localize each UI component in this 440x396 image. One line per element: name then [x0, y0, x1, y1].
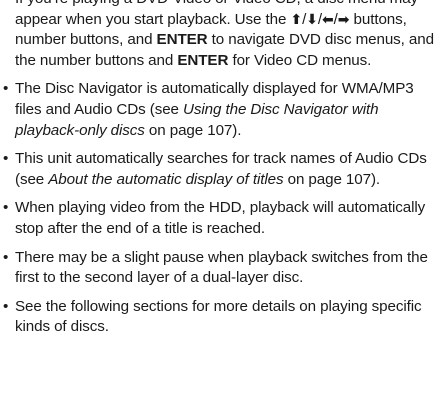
- cross-reference: About the automatic display of titles: [48, 170, 284, 188]
- bullet-icon: •: [3, 297, 9, 315]
- enter-button-label: ENTER: [177, 51, 229, 69]
- note-disc-navigator: • The Disc Navigator is automatically dis…: [0, 79, 440, 141]
- enter-button-label: ENTER: [156, 31, 208, 49]
- note-text: on page 107).: [283, 170, 381, 188]
- note-text: for Video CD menus.: [228, 51, 372, 69]
- note-disc-menu: •If you’re playing a DVD-Video or Video …: [0, 0, 440, 71]
- note-text: See the following sections for more deta…: [15, 297, 422, 336]
- bullet-icon: •: [3, 0, 8, 10]
- arrow-up-icon: ⬆: [290, 11, 303, 28]
- arrow-down-icon: ⬇: [306, 11, 318, 28]
- bullet-icon: •: [3, 248, 9, 266]
- note-text: When playing video from the HDD, playbac…: [15, 199, 426, 237]
- notes-list: •If you’re playing a DVD-Video or Video …: [0, 0, 440, 338]
- arrow-left-icon: ⬅: [321, 11, 334, 28]
- bullet-icon: •: [3, 150, 9, 168]
- note-see-sections: • See the following sections for more det…: [0, 297, 440, 338]
- bullet-icon: •: [3, 80, 9, 98]
- note-track-names: • This unit automatically searches for tr…: [0, 149, 440, 190]
- arrow-right-icon: ➡: [337, 11, 350, 28]
- note-text: on page 107).: [144, 121, 242, 139]
- note-hdd-playback: • When playing video from the HDD, playba…: [0, 198, 440, 239]
- note-layer-pause: • There may be a slight pause when playba…: [0, 248, 440, 289]
- bullet-icon: •: [3, 199, 9, 217]
- note-text: There may be a slight pause when playbac…: [15, 248, 428, 287]
- document-page: •If you’re playing a DVD-Video or Video …: [0, 0, 440, 346]
